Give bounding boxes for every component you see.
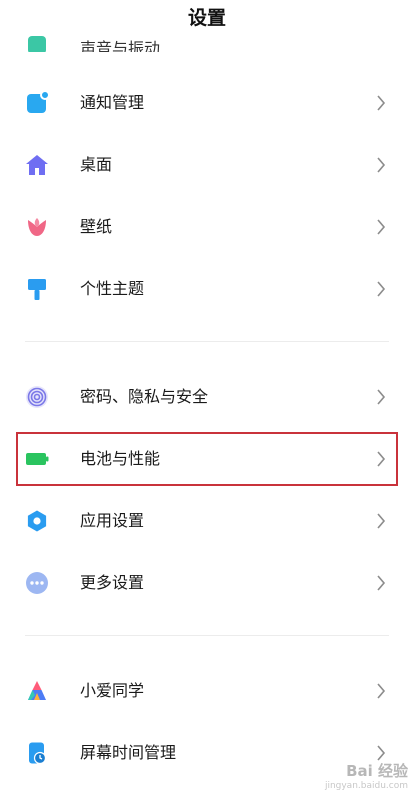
chevron-right-icon — [376, 574, 386, 592]
list-item-label: 应用设置 — [80, 511, 145, 530]
list-item-privacy-security[interactable]: 密码、隐私与安全 — [0, 370, 414, 424]
partial-item-label: 声音与振动 — [80, 39, 161, 52]
chevron-right-icon — [376, 682, 386, 700]
list-item-wallpaper[interactable]: 壁纸 — [0, 200, 414, 254]
list-item-label: 壁纸 — [80, 217, 113, 236]
fingerprint-icon — [25, 385, 49, 409]
list-item-home-screen[interactable]: 桌面 — [0, 138, 414, 192]
watermark-url: jingyan.baidu.com — [324, 781, 408, 791]
notification-icon — [25, 91, 49, 115]
list-item-themes[interactable]: 个性主题 — [0, 262, 414, 316]
list-item-label: 个性主题 — [80, 279, 145, 298]
more-icon — [25, 571, 49, 595]
xiaoai-icon — [25, 679, 49, 703]
list-item-label: 更多设置 — [80, 573, 145, 592]
chevron-right-icon — [376, 94, 386, 112]
list-item-label: 小爱同学 — [80, 681, 145, 700]
screen-time-icon — [25, 741, 49, 765]
chevron-right-icon — [376, 280, 386, 298]
home-icon — [25, 153, 49, 177]
watermark-logo-text: Bai 经验 — [346, 762, 408, 780]
sound-icon — [28, 36, 46, 52]
chevron-right-icon — [376, 512, 386, 530]
section-divider — [25, 341, 389, 342]
list-item-label: 屏幕时间管理 — [80, 743, 177, 762]
highlight-box — [16, 432, 398, 486]
list-item-notifications[interactable]: 通知管理 — [0, 76, 414, 130]
tulip-icon — [25, 215, 49, 239]
list-item-more-settings[interactable]: 更多设置 — [0, 556, 414, 610]
brush-icon — [25, 277, 49, 301]
chevron-right-icon — [376, 156, 386, 174]
chevron-right-icon — [376, 218, 386, 236]
watermark: Bai 经验 jingyan.baidu.com — [325, 760, 408, 791]
list-item-app-settings[interactable]: 应用设置 — [0, 494, 414, 548]
chevron-right-icon — [376, 388, 386, 406]
gear-icon — [25, 509, 49, 533]
list-item-label: 通知管理 — [80, 93, 145, 112]
list-item-label: 密码、隐私与安全 — [80, 387, 209, 406]
page-title-text: 设置 — [187, 7, 226, 29]
section-divider — [25, 635, 389, 636]
list-item-xiaoai[interactable]: 小爱同学 — [0, 664, 414, 718]
list-item-label: 桌面 — [80, 155, 113, 174]
partial-list-item[interactable]: 声音与振动 — [0, 30, 414, 52]
